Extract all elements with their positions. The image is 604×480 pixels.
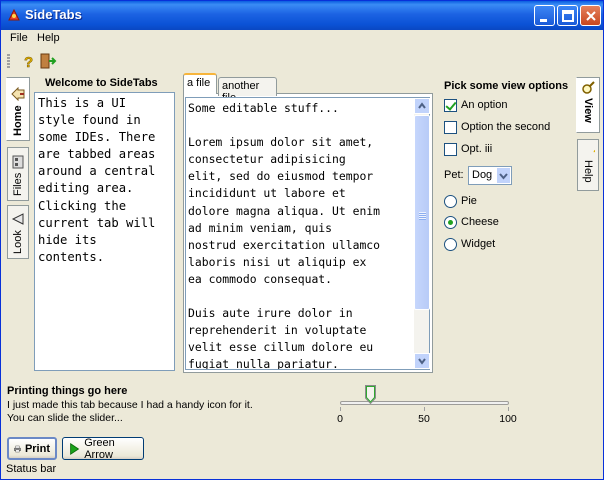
close-icon <box>586 11 596 21</box>
help-icon: ? <box>593 147 595 157</box>
slider-tick-label-50: 50 <box>418 413 430 425</box>
slider-tick <box>508 407 509 411</box>
checkbox-an-option[interactable] <box>444 99 457 112</box>
minimize-button[interactable] <box>534 5 555 26</box>
radio-pie-label[interactable]: Pie <box>461 195 477 207</box>
tab-files[interactable]: Files <box>7 147 29 201</box>
checkbox-option-the-second[interactable] <box>444 121 457 134</box>
files-icon <box>12 155 24 169</box>
home-icon <box>11 87 25 102</box>
view-options-title: Pick some view options <box>444 80 569 92</box>
look-icon <box>11 213 24 225</box>
print-button[interactable]: Print <box>7 437 57 460</box>
toolbar: ? <box>1 49 603 73</box>
exit-door-icon[interactable] <box>39 52 57 70</box>
slider-thumb[interactable] <box>364 385 376 404</box>
radio-widget[interactable] <box>444 238 457 251</box>
tab-home-label: Home <box>12 105 24 136</box>
scroll-down-arrow-icon[interactable] <box>414 353 430 369</box>
checkbox-opt-iii-label[interactable]: Opt. iii <box>461 143 492 155</box>
print-button-label: Print <box>24 442 50 455</box>
tab-view-label: View <box>582 98 594 123</box>
title-bar[interactable]: SideTabs <box>1 1 603 30</box>
menu-help[interactable]: Help <box>37 32 60 44</box>
printer-icon <box>14 445 21 452</box>
pet-select-value: Dog <box>472 169 493 181</box>
tab-look[interactable]: Look <box>7 205 29 259</box>
green-arrow-button-label: Green Arrow <box>84 436 115 461</box>
window-title: SideTabs <box>25 7 82 22</box>
tab-a-file[interactable]: a file <box>183 73 217 94</box>
view-icon <box>582 81 595 94</box>
checkbox-opt-iii[interactable] <box>444 143 457 156</box>
status-bar: Status bar <box>6 463 57 475</box>
toolbar-grip[interactable] <box>7 53 10 69</box>
scroll-up-arrow-icon[interactable] <box>414 98 430 114</box>
welcome-text: This is a UI style found in some IDEs. T… <box>34 92 175 371</box>
slider-tick-label-100: 100 <box>499 413 517 425</box>
printing-line-1: I just made this tab because I had a han… <box>7 399 253 411</box>
slider-tick <box>340 407 341 411</box>
checkbox-an-option-label[interactable]: An option <box>461 99 507 111</box>
pet-label: Pet: <box>444 169 464 181</box>
editor-scrollbar[interactable] <box>414 97 430 370</box>
printing-line-2: You can slide the slider... <box>7 412 123 424</box>
tab-files-label: Files <box>12 172 24 196</box>
tab-view[interactable]: View <box>576 77 600 133</box>
radio-pie[interactable] <box>444 195 457 208</box>
tab-help-label: Help <box>582 160 594 183</box>
svg-text:?: ? <box>593 147 595 157</box>
radio-cheese-label[interactable]: Cheese <box>461 216 499 228</box>
green-arrow-icon <box>70 442 80 455</box>
green-arrow-button[interactable]: Green Arrow <box>62 436 144 461</box>
scroll-thumb[interactable] <box>414 115 430 310</box>
slider-tick-label-0: 0 <box>337 413 343 425</box>
app-icon <box>8 8 20 21</box>
help-question-icon[interactable]: ? <box>19 52 37 70</box>
tab-home[interactable]: Home <box>6 77 30 141</box>
tab-look-label: Look <box>12 230 24 254</box>
welcome-title: Welcome to SideTabs <box>45 77 158 89</box>
maximize-icon <box>562 10 574 22</box>
slider-tick <box>424 407 425 411</box>
menu-bar: File Help <box>1 30 603 48</box>
svg-text:?: ? <box>24 54 33 70</box>
close-button[interactable] <box>580 5 601 26</box>
pet-select[interactable]: Dog <box>468 166 512 185</box>
editor-textarea[interactable]: Some editable stuff... Lorem ipsum dolor… <box>185 97 415 370</box>
tab-another-file[interactable]: another file <box>218 77 277 104</box>
chevron-down-icon[interactable] <box>496 167 511 184</box>
maximize-button[interactable] <box>557 5 578 26</box>
minimize-icon <box>540 19 547 22</box>
printing-title: Printing things go here <box>7 385 128 397</box>
checkbox-option-the-second-label[interactable]: Option the second <box>461 121 550 133</box>
app-window: SideTabs File Help ? Home Files Look Wel… <box>0 0 604 480</box>
menu-file[interactable]: File <box>10 32 28 44</box>
radio-cheese[interactable] <box>444 216 457 229</box>
tab-help[interactable]: ? Help <box>577 139 599 191</box>
radio-widget-label[interactable]: Widget <box>461 238 495 250</box>
